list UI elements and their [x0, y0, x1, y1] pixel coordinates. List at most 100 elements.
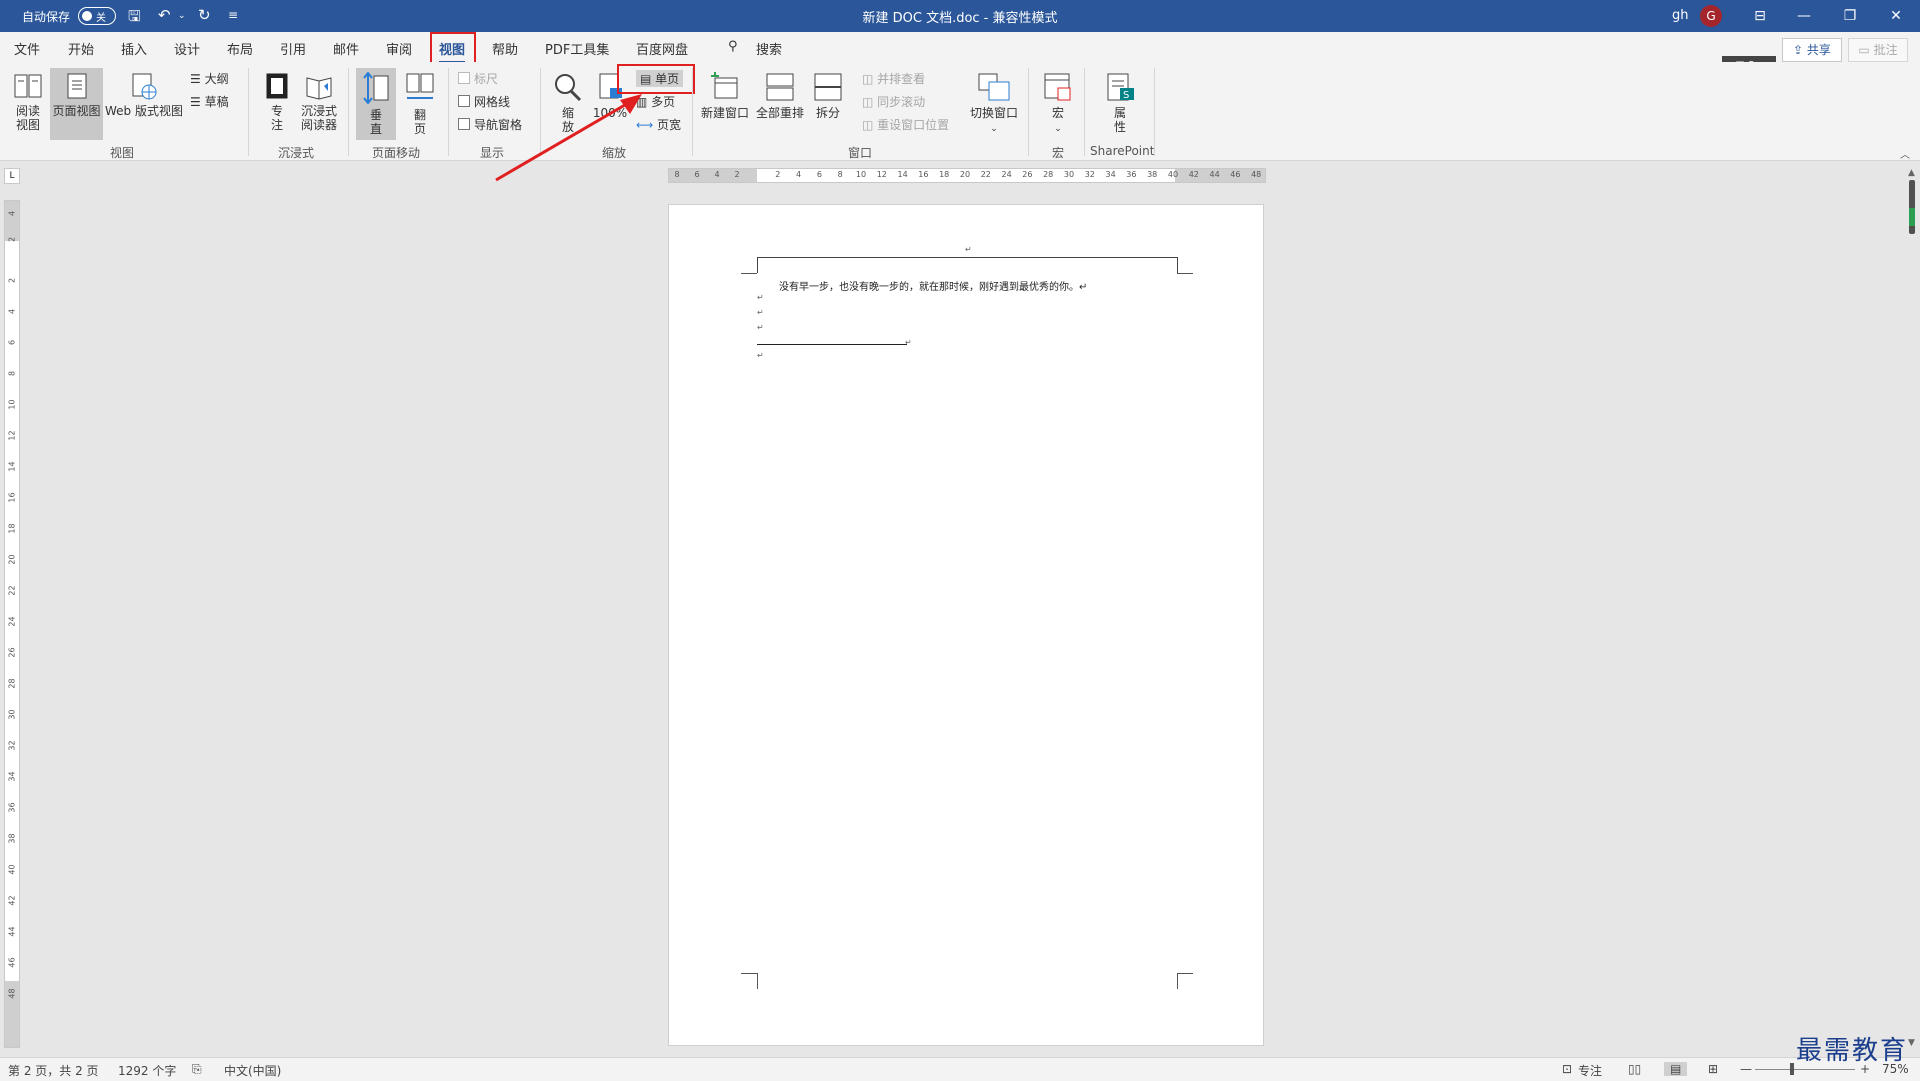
search-button[interactable]: 搜索 — [756, 39, 782, 58]
switch-windows-icon — [978, 73, 1010, 101]
ruler-tick: 32 — [1084, 170, 1095, 179]
switch-windows-button[interactable]: 切换窗口 ⌄ — [966, 72, 1022, 136]
ruler-tick: 46 — [7, 957, 17, 968]
ruler-tick: 20 — [959, 170, 971, 179]
properties-button[interactable]: S 属 性 — [1102, 72, 1138, 134]
ruler-tick: 48 — [7, 988, 17, 999]
zoom-slider-thumb[interactable] — [1790, 1063, 1794, 1075]
vertical-button[interactable]: 垂 直 — [356, 72, 396, 136]
tab-pdf-tools[interactable]: PDF工具集 — [545, 39, 609, 58]
draft-button[interactable]: ☰ 草稿 — [190, 93, 229, 110]
tab-references[interactable]: 引用 — [280, 39, 306, 58]
focus-button[interactable]: 专 注 — [262, 72, 292, 132]
ribbon-separator — [248, 68, 249, 156]
collapse-ribbon-icon[interactable]: ︿ — [1900, 146, 1910, 161]
switch-windows-dropdown-icon: ⌄ — [990, 124, 998, 134]
tab-review[interactable]: 审阅 — [386, 39, 412, 58]
user-name[interactable]: gh — [1672, 8, 1689, 23]
paragraph-mark: ↵ — [757, 323, 764, 332]
tab-selector[interactable]: L — [4, 168, 20, 184]
search-icon[interactable]: ⚲ — [728, 39, 738, 54]
scroll-up-icon[interactable]: ▲ — [1908, 168, 1915, 178]
ruler-tick: 2 — [734, 170, 740, 179]
ruler-tick: 10 — [855, 170, 867, 179]
minimize-icon[interactable]: — — [1784, 4, 1824, 28]
immersive-reader-button[interactable]: 沉浸式 阅读器 — [296, 72, 342, 132]
svg-text:S: S — [1123, 90, 1129, 101]
arrange-all-button[interactable]: 全部重排 — [754, 72, 806, 120]
page-count[interactable]: 第 2 页，共 2 页 — [8, 1062, 99, 1079]
restore-icon[interactable]: ❐ — [1830, 4, 1870, 28]
tab-mailings[interactable]: 邮件 — [333, 39, 359, 58]
tab-baidu-netdisk[interactable]: 百度网盘 — [636, 39, 688, 58]
new-window-button[interactable]: 新建窗口 — [700, 72, 750, 120]
print-layout-button[interactable]: 页面视图 — [50, 72, 103, 118]
web-layout-button[interactable]: Web 版式视图 — [104, 72, 184, 118]
paragraph-mark: ↵ — [757, 308, 764, 317]
tab-help[interactable]: 帮助 — [492, 39, 518, 58]
outline-button[interactable]: ☰ 大纲 — [190, 70, 229, 87]
ruler-tick: 18 — [939, 170, 950, 179]
tab-layout[interactable]: 布局 — [227, 39, 253, 58]
ruler-tick: 24 — [1001, 170, 1012, 179]
read-mode-icon — [14, 74, 42, 98]
tab-home[interactable]: 开始 — [68, 39, 94, 58]
ruler-tick: 14 — [897, 170, 908, 179]
document-page[interactable]: ↵ 没有早一步，也没有晚一步的，就在那时候，刚好遇到最优秀的你。↵ ↵ ↵ ↵ … — [668, 204, 1264, 1046]
macros-dropdown-icon: ⌄ — [1054, 124, 1062, 134]
side-to-side-button[interactable]: 翻 页 — [400, 72, 440, 136]
tab-file[interactable]: 文件 — [14, 39, 40, 58]
ruler-tick: 40 — [7, 864, 17, 875]
proofing-icon[interactable]: ⎘ — [192, 1062, 202, 1077]
ruler-tick: 42 — [1188, 170, 1199, 179]
synchronous-scrolling-button[interactable]: ◫ 同步滚动 — [862, 93, 925, 110]
ruler-tick: 34 — [1105, 170, 1116, 179]
avatar[interactable]: G — [1700, 5, 1722, 27]
split-button[interactable]: 拆分 — [810, 72, 846, 120]
close-icon[interactable]: ✕ — [1876, 4, 1916, 28]
share-button[interactable]: ⇪ 共享 — [1782, 38, 1842, 62]
ruler-tick: 12 — [876, 170, 887, 179]
ruler-tick: 6 — [816, 170, 822, 179]
word-count[interactable]: 1292 个字 — [118, 1062, 176, 1079]
ruler-tick: 48 — [1251, 170, 1262, 179]
scroll-marker — [1909, 208, 1915, 226]
scroll-down-icon[interactable]: ▼ — [1908, 1038, 1915, 1048]
read-mode-button[interactable]: 阅读 视图 — [10, 72, 46, 132]
focus-mode-button[interactable]: 专注 — [1578, 1062, 1602, 1079]
paragraph-mark: ↵ — [905, 338, 912, 347]
document-title: 新建 DOC 文档.doc - 兼容性模式 — [862, 11, 1058, 26]
vertical-scrollbar[interactable]: ▲ ▼ — [1905, 168, 1920, 1056]
tab-insert[interactable]: 插入 — [121, 39, 147, 58]
crop-mark — [741, 973, 757, 990]
reset-position-icon: ◫ — [862, 118, 878, 132]
crop-mark — [1177, 257, 1193, 274]
ruler-tick: 26 — [7, 647, 17, 658]
web-layout-view-icon[interactable]: ⊞ — [1708, 1062, 1718, 1076]
zoom-out-icon[interactable]: — — [1740, 1062, 1752, 1076]
annotation-arrow — [495, 94, 642, 182]
tab-design[interactable]: 设计 — [174, 39, 200, 58]
focus-icon — [266, 73, 288, 99]
reset-window-position-button[interactable]: ◫ 重设窗口位置 — [862, 116, 949, 133]
horizontal-ruler[interactable]: 8 6 4 2 2 4 6 8 10 12 14 16 18 20 22 24 26 28 30 32 34 36 38 40… — [668, 168, 1266, 183]
ruler-tick: 6 — [694, 170, 700, 179]
macros-button[interactable]: 宏 ⌄ — [1040, 72, 1076, 136]
read-mode-view-icon[interactable]: ▯▯ — [1628, 1062, 1641, 1076]
group-label-macros: 宏 — [1052, 146, 1065, 160]
vertical-ruler[interactable]: 4 2 2 4 6 8 10 12 14 16 18 20 22 24 26 28 30 32 34 36 38 40 42… — [4, 200, 20, 1048]
zoom-slider[interactable] — [1755, 1069, 1855, 1070]
title-bar: 自动保存 关 🖫 ↶ ⌄ ↻ ≡ 新建 DOC 文档.doc - 兼容性模式 g… — [0, 0, 1920, 32]
comments-button[interactable]: ▭ 批注 — [1848, 38, 1908, 62]
focus-mode-icon[interactable]: ⊡ — [1562, 1062, 1572, 1076]
ruler-tick: 40 — [1167, 170, 1179, 179]
ruler-tick: 16 — [918, 170, 929, 179]
ribbon-display-icon[interactable]: ⊟ — [1740, 4, 1780, 28]
ruler-tick: 46 — [1230, 170, 1241, 179]
outline-icon: ☰ — [190, 72, 205, 86]
view-side-by-side-button[interactable]: ◫ 并排查看 — [862, 70, 925, 87]
ruler-tick: 42 — [7, 895, 17, 906]
language-indicator[interactable]: 中文(中国) — [224, 1062, 281, 1079]
ruler-tick: 16 — [7, 492, 17, 503]
print-layout-view-icon[interactable]: ▤ — [1664, 1062, 1688, 1076]
